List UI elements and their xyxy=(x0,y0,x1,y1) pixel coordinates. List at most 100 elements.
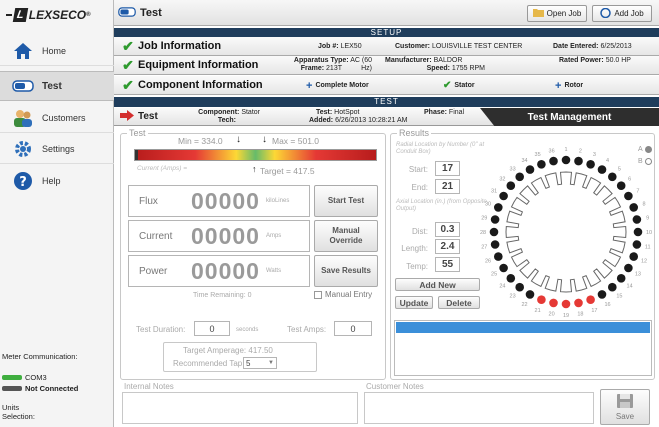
svg-text:?: ? xyxy=(19,175,27,190)
sidebar-item-label: Customers xyxy=(42,112,86,123)
manual-entry-checkbox[interactable]: Manual Entry xyxy=(314,290,372,299)
slot-number-label: 11 xyxy=(645,244,651,250)
stator-slot[interactable] xyxy=(525,290,535,299)
top-bar: Test Open Job Add Job xyxy=(114,0,659,26)
test-management-tab[interactable]: Test Management xyxy=(480,108,659,126)
slot-number-label: 28 xyxy=(480,230,486,236)
stator-slot[interactable] xyxy=(537,160,546,169)
save-button[interactable]: Save xyxy=(600,389,650,425)
stator-slot[interactable] xyxy=(506,274,516,283)
speed: Speed: 1755 RPM xyxy=(426,65,485,72)
dist-input[interactable]: 0.3 xyxy=(435,222,460,237)
test-added: Added: 6/26/2013 10:28:21 AM xyxy=(309,117,408,124)
start-test-button[interactable]: Start Test xyxy=(314,185,378,217)
stator-slot[interactable] xyxy=(597,165,607,174)
manual-override-button[interactable]: Manual Override xyxy=(314,220,378,252)
test-icon xyxy=(12,75,34,97)
temp-label: Temp: xyxy=(406,262,428,271)
stator-slot[interactable] xyxy=(624,263,633,273)
add-new-button[interactable]: Add New xyxy=(395,278,480,291)
stator-slot[interactable] xyxy=(633,227,643,237)
slot-number-label: 22 xyxy=(521,302,527,308)
stator-slot[interactable] xyxy=(494,252,503,261)
slot-number-label: 26 xyxy=(485,258,491,264)
test-tab[interactable]: Test xyxy=(120,110,158,123)
stator-slot[interactable] xyxy=(549,298,558,308)
stator-slot[interactable] xyxy=(515,282,524,292)
stator-slot[interactable] xyxy=(586,160,595,169)
sidebar-item-test[interactable]: Test xyxy=(0,71,114,101)
sidebar-item-settings[interactable]: Settings xyxy=(0,134,114,164)
slot-number-label: 6 xyxy=(628,177,631,183)
option-a-radio[interactable]: A xyxy=(638,146,652,153)
app-window: L LEXSECO ® Home Test Customers Settings… xyxy=(0,0,659,427)
sidebar-item-help[interactable]: ? Help xyxy=(0,166,114,196)
stator-slot[interactable] xyxy=(608,282,617,292)
stator-slot[interactable] xyxy=(490,215,500,224)
arrow-right-icon xyxy=(120,110,134,123)
test-amps-input[interactable]: 0 xyxy=(334,321,372,336)
results-list-selected-row[interactable] xyxy=(396,322,650,333)
slot-number-label: 25 xyxy=(491,272,497,278)
customer-notes-textarea[interactable] xyxy=(364,392,594,424)
stator-slot[interactable] xyxy=(624,191,633,201)
recommended-tap-select[interactable]: 5 ▼ xyxy=(243,357,277,369)
sidebar-item-customers[interactable]: Customers xyxy=(0,103,114,133)
component-information-title: Component Information xyxy=(138,79,263,91)
option-a-label: A xyxy=(638,146,643,153)
stator-slot[interactable] xyxy=(499,263,508,273)
stator-slot[interactable] xyxy=(537,295,546,304)
test-duration-input[interactable]: 0 xyxy=(194,321,230,336)
component-option-motor[interactable]: + Complete Motor xyxy=(306,81,369,92)
test-tab-label: Test xyxy=(138,111,158,122)
stator-slot[interactable] xyxy=(499,191,508,201)
current-note: Current (Amps) = xyxy=(137,165,188,172)
stator-slot[interactable] xyxy=(586,295,595,304)
end-input[interactable]: 21 xyxy=(435,179,460,194)
option-b-label: B xyxy=(638,158,643,165)
stator-slot[interactable] xyxy=(632,215,642,224)
temp-input[interactable]: 55 xyxy=(435,257,460,272)
stator-slot[interactable] xyxy=(629,203,638,212)
slot-number-label: 19 xyxy=(563,313,569,318)
slot-number-label: 34 xyxy=(521,158,527,164)
stator-slot[interactable] xyxy=(597,290,607,299)
stator-slot[interactable] xyxy=(489,227,499,237)
stator-slot[interactable] xyxy=(494,203,503,212)
page-title: Test xyxy=(118,6,162,20)
update-button[interactable]: Update xyxy=(395,296,433,309)
delete-button[interactable]: Delete xyxy=(438,296,480,309)
option-b-radio[interactable]: B xyxy=(638,158,652,165)
sidebar-item-home[interactable]: Home xyxy=(0,36,114,66)
stator-slot[interactable] xyxy=(616,181,626,190)
sidebar: L LEXSECO ® Home Test Customers Settings… xyxy=(0,0,114,427)
internal-notes-textarea[interactable] xyxy=(122,392,358,424)
stator-slot[interactable] xyxy=(515,172,524,182)
length-input[interactable]: 2.4 xyxy=(435,239,460,254)
slot-number-label: 18 xyxy=(577,312,583,318)
stator-slot[interactable] xyxy=(490,240,500,249)
stator-slot[interactable] xyxy=(561,299,571,309)
com-port-indicator[interactable]: COM3 xyxy=(2,373,47,382)
component-option-rotor[interactable]: + Rotor xyxy=(555,81,583,92)
save-results-button[interactable]: Save Results xyxy=(314,255,378,287)
stator-slot-diagram[interactable]: 1 234567891011121314151617181920212223242… xyxy=(478,140,654,318)
start-input[interactable]: 17 xyxy=(435,161,460,176)
stator-slot[interactable] xyxy=(561,155,571,165)
open-job-button[interactable]: Open Job xyxy=(527,5,587,22)
stator-slot[interactable] xyxy=(574,298,583,308)
slot-number-label: 23 xyxy=(510,294,516,300)
stator-slot[interactable] xyxy=(632,240,642,249)
stator-slot[interactable] xyxy=(574,156,583,166)
stator-slot[interactable] xyxy=(608,172,617,182)
radio-selected xyxy=(644,146,652,153)
stator-slot[interactable] xyxy=(549,156,558,166)
power-label: Power xyxy=(139,265,168,277)
stator-slot[interactable] xyxy=(629,252,638,261)
stator-slot[interactable] xyxy=(525,165,535,174)
add-job-button[interactable]: Add Job xyxy=(592,5,652,22)
stator-slot[interactable] xyxy=(616,274,626,283)
results-list[interactable] xyxy=(394,320,652,376)
component-option-stator[interactable]: ✔ Stator xyxy=(443,81,475,91)
stator-slot[interactable] xyxy=(506,181,516,190)
